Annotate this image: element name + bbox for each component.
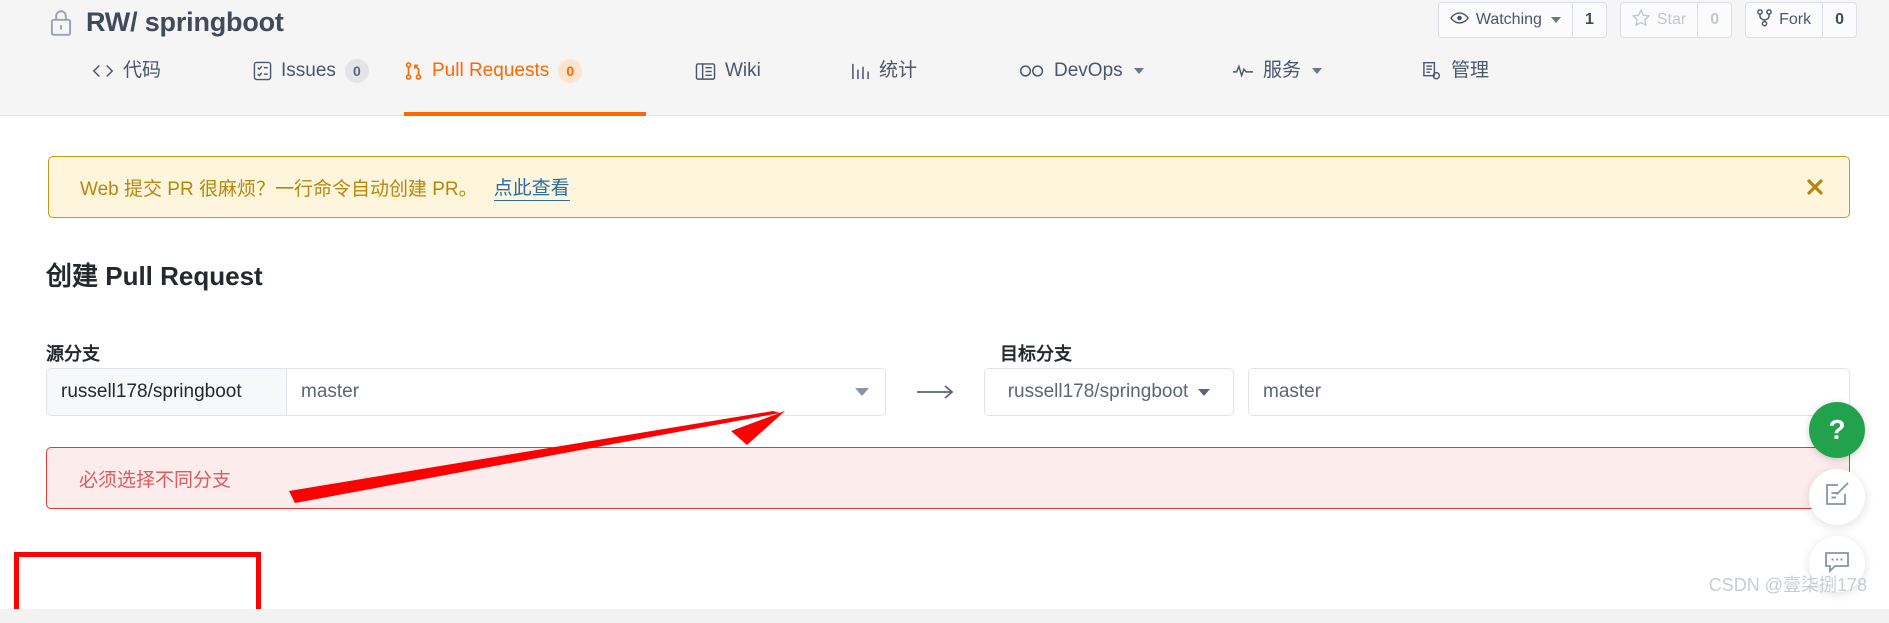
watch-button-group[interactable]: Watching 1 xyxy=(1437,2,1607,38)
question-mark-icon: ? xyxy=(1828,414,1846,445)
nav-badge-issues: 0 xyxy=(344,59,369,83)
feedback-fab-button[interactable] xyxy=(1809,469,1865,525)
chevron-down-icon xyxy=(855,388,869,396)
page-root: RW/ springboot Watching 1 Star 0 Fork 0 … xyxy=(0,0,1889,623)
code-icon xyxy=(92,59,114,83)
help-fab-button[interactable]: ? xyxy=(1809,402,1865,458)
pull-request-icon xyxy=(404,59,423,83)
star-button-group[interactable]: Star 0 xyxy=(1619,2,1733,38)
bottom-strip xyxy=(0,609,1889,623)
error-alert-text: 必须选择不同分支 xyxy=(79,469,232,491)
lock-icon xyxy=(48,8,74,38)
chevron-down-icon xyxy=(1312,68,1323,74)
close-icon[interactable] xyxy=(1805,177,1825,197)
source-branch-value: master xyxy=(301,381,360,402)
target-branch-value: master xyxy=(1263,381,1322,402)
repo-separator: / xyxy=(130,7,138,37)
nav-item-issues[interactable]: Issues 0 xyxy=(253,59,369,116)
infinity-icon xyxy=(1019,59,1045,83)
create-pr-heading: 创建 Pull Request xyxy=(46,261,263,291)
fork-count: 0 xyxy=(1822,3,1856,37)
target-repo-value: russell178/springboot xyxy=(1007,381,1189,402)
watermark-text: CSDN @壹柒捌178 xyxy=(1708,575,1867,595)
book-icon xyxy=(695,59,716,83)
nav-label-stats: 统计 xyxy=(879,60,918,81)
chevron-down-icon xyxy=(1550,17,1561,23)
watch-count: 1 xyxy=(1571,3,1606,37)
chevron-down-icon xyxy=(1133,68,1144,74)
chevron-down-icon xyxy=(1198,388,1211,396)
nav-item-stats[interactable]: 统计 xyxy=(851,59,917,116)
star-icon xyxy=(1631,8,1651,31)
nav-item-wiki[interactable]: Wiki xyxy=(695,59,761,116)
promo-banner-link[interactable]: 点此查看 xyxy=(493,173,570,201)
edit-note-icon xyxy=(1823,481,1851,513)
nav-item-services[interactable]: 服务 xyxy=(1232,59,1323,116)
nav-label-code: 代码 xyxy=(123,60,162,81)
nav-badge-pull-requests: 0 xyxy=(558,59,583,83)
nav-item-manage[interactable]: 管理 xyxy=(1422,59,1489,116)
nav-label-manage: 管理 xyxy=(1451,60,1490,81)
star-count: 0 xyxy=(1697,3,1732,37)
target-repo-select[interactable]: russell178/springboot xyxy=(984,368,1234,416)
repo-owner[interactable]: RW xyxy=(86,7,130,37)
nav-label-pull-requests: Pull Requests xyxy=(432,60,550,81)
fork-label: Fork xyxy=(1779,11,1812,28)
settings-doc-icon xyxy=(1422,59,1442,83)
target-branch-select[interactable]: master xyxy=(1248,368,1850,416)
repo-title-row: RW/ springboot xyxy=(48,0,284,45)
nav-item-code[interactable]: 代码 xyxy=(92,59,161,116)
star-label: Star xyxy=(1656,11,1687,28)
nav-item-pull-requests[interactable]: Pull Requests 0 xyxy=(404,59,646,116)
repo-name[interactable]: springboot xyxy=(145,7,284,37)
fork-button[interactable]: Fork xyxy=(1746,3,1823,37)
fork-icon xyxy=(1757,8,1772,32)
pulse-icon xyxy=(1232,59,1254,83)
arrow-right-icon xyxy=(910,368,962,416)
repo-header: RW/ springboot Watching 1 Star 0 Fork 0 … xyxy=(0,0,1889,116)
source-branch-label: 源分支 xyxy=(46,344,100,364)
watch-label: Watching xyxy=(1475,11,1542,28)
nav-label-devops: DevOps xyxy=(1054,60,1123,81)
nav-label-services: 服务 xyxy=(1263,60,1302,81)
watch-button[interactable]: Watching xyxy=(1438,3,1572,37)
fork-button-group[interactable]: Fork 0 xyxy=(1745,2,1857,38)
eye-icon xyxy=(1449,11,1469,30)
repo-nav: 代码 Issues 0 Pull Requests 0 Wiki 统计 DevO… xyxy=(0,45,1889,116)
nav-item-devops[interactable]: DevOps xyxy=(1019,59,1144,116)
nav-label-wiki: Wiki xyxy=(725,60,761,81)
target-branch-label: 目标分支 xyxy=(1000,344,1072,364)
error-alert: 必须选择不同分支 xyxy=(46,447,1850,509)
star-button[interactable]: Star xyxy=(1620,3,1698,37)
nav-active-underline xyxy=(404,112,646,116)
repo-actions: Watching 1 Star 0 Fork 0 xyxy=(1437,2,1857,38)
promo-banner-text: Web 提交 PR 很麻烦？一行命令自动创建 PR。 xyxy=(80,178,478,200)
page-title: RW/ springboot xyxy=(86,7,284,38)
source-repo-field[interactable]: russell178/springboot xyxy=(46,368,286,416)
issues-icon xyxy=(253,59,272,83)
promo-banner: Web 提交 PR 很麻烦？一行命令自动创建 PR。 点此查看 xyxy=(48,156,1850,218)
chart-icon xyxy=(851,59,870,83)
nav-label-issues: Issues xyxy=(281,60,336,81)
source-branch-select[interactable]: master xyxy=(286,368,886,416)
